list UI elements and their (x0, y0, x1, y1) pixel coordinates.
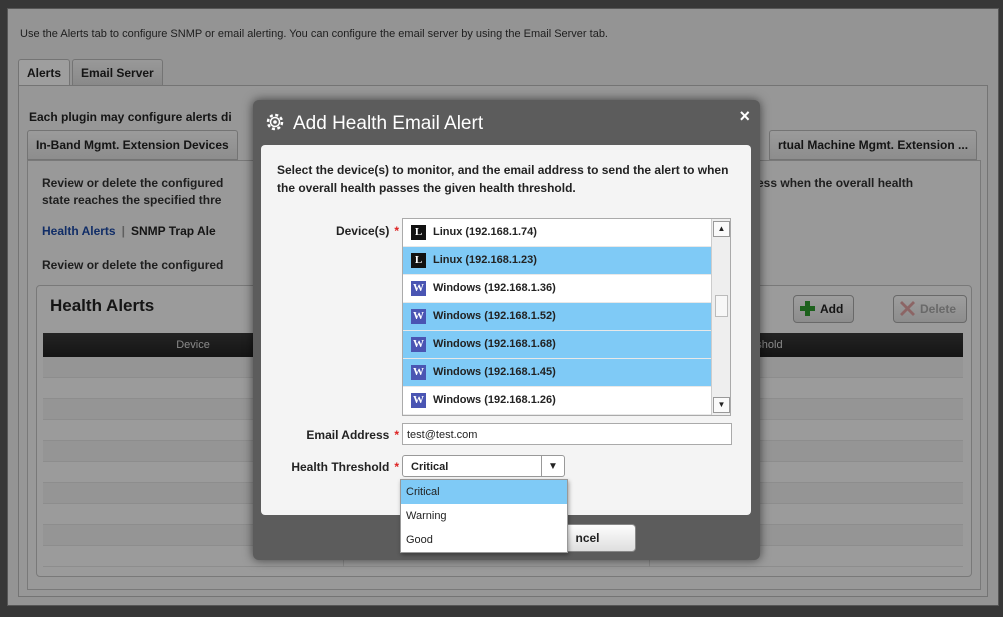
dialog-body: Select the device(s) to monitor, and the… (261, 145, 751, 515)
device-list-item[interactable]: L Linux (192.168.1.23) (403, 247, 730, 275)
device-name: Windows (192.168.1.36) (433, 282, 556, 294)
dialog-instructions: Select the device(s) to monitor, and the… (277, 163, 729, 195)
threshold-selected-value: Critical (411, 461, 449, 473)
threshold-option-critical[interactable]: Critical (401, 480, 567, 504)
dialog-title-text: Add Health Email Alert (293, 113, 484, 134)
scroll-down-icon[interactable]: ▼ (713, 397, 730, 413)
device-list[interactable]: L Linux (192.168.1.74) L Linux (192.168.1.2… (402, 218, 731, 416)
threshold-option-warning[interactable]: Warning (401, 504, 567, 528)
device-name: Windows (192.168.1.68) (433, 338, 556, 350)
device-name: Linux (192.168.1.23) (433, 254, 537, 266)
chevron-down-icon[interactable]: ▼ (541, 456, 564, 476)
linux-icon: L (411, 253, 426, 268)
device-list-item[interactable]: W Windows (192.168.1.36) (403, 275, 730, 303)
scroll-up-icon[interactable]: ▲ (713, 221, 730, 237)
required-marker: * (394, 428, 399, 442)
windows-icon: W (411, 337, 426, 352)
windows-icon: W (411, 281, 426, 296)
threshold-dropdown-list: Critical Warning Good (400, 479, 568, 553)
device-list-item[interactable]: L Linux (192.168.1.74) (403, 219, 730, 247)
dialog-title: Add Health Email Alert (263, 110, 483, 135)
device-list-item[interactable]: W Windows (192.168.1.45) (403, 359, 730, 387)
email-label: Email Address (306, 428, 390, 442)
scrollbar-thumb[interactable] (715, 295, 728, 317)
device-name: Windows (192.168.1.52) (433, 310, 556, 322)
devices-label: Device(s) (335, 224, 390, 238)
device-list-item[interactable]: W Windows (192.168.1.26) (403, 387, 730, 415)
device-name: Windows (192.168.1.45) (433, 366, 556, 378)
windows-icon: W (411, 309, 426, 324)
health-threshold-select[interactable]: Critical ▼ (402, 455, 565, 477)
device-list-item[interactable]: W Windows (192.168.1.52) (403, 303, 730, 331)
linux-icon: L (411, 225, 426, 240)
threshold-field-label: Health Threshold * (271, 460, 399, 474)
threshold-label: Health Threshold (291, 460, 390, 474)
device-list-scrollbar[interactable]: ▲ ▼ (711, 219, 730, 415)
device-list-item[interactable]: W Windows (192.168.1.68) (403, 331, 730, 359)
windows-icon: W (411, 365, 426, 380)
email-field[interactable]: test@test.com (402, 423, 732, 445)
device-name: Windows (192.168.1.26) (433, 394, 556, 406)
gear-icon (266, 113, 284, 131)
required-marker: * (394, 460, 399, 474)
close-icon[interactable]: × (739, 106, 750, 127)
required-marker: * (394, 224, 399, 238)
threshold-option-good[interactable]: Good (401, 528, 567, 552)
device-name: Linux (192.168.1.74) (433, 226, 537, 238)
email-field-label: Email Address * (271, 428, 399, 442)
devices-field-label: Device(s) * (301, 224, 399, 238)
windows-icon: W (411, 393, 426, 408)
